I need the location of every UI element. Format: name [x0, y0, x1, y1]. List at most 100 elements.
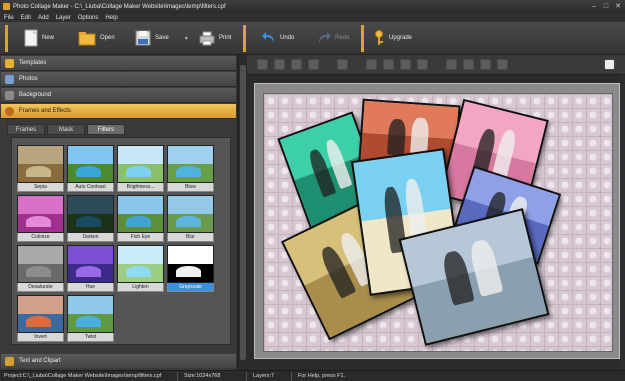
filter-thumb[interactable]: Twist [67, 295, 114, 343]
status-divider [291, 371, 292, 381]
window-title: Photo Collage Maker - C:\_Liuba\Collage … [13, 3, 226, 10]
frames-effects-label: Frames and Effects [19, 108, 71, 114]
filter-label: Hue [67, 283, 114, 292]
filter-thumb[interactable]: Lighten [117, 245, 164, 293]
align-icon[interactable] [337, 59, 348, 70]
accordion-frames-effects[interactable]: Frames and Effects [1, 104, 236, 119]
status-bar: Project:C:\_Liuba\Collage Maker Website\… [0, 370, 625, 381]
menu-add[interactable]: Add [38, 15, 49, 21]
minimize-icon[interactable]: – [589, 2, 599, 11]
redo-button[interactable]: Redo [317, 25, 349, 51]
menu-edit[interactable]: Edit [21, 15, 31, 21]
filter-thumb[interactable]: Darken [67, 195, 114, 243]
filter-thumb[interactable]: Invert [17, 295, 64, 343]
filter-label: Blur [167, 233, 214, 242]
filter-preview-image [67, 245, 114, 283]
text-icon [5, 356, 14, 366]
tab-mask[interactable]: Mask [47, 124, 85, 135]
filter-thumb[interactable]: Blow [167, 145, 214, 193]
filter-label: Grayscale [167, 283, 214, 292]
filter-thumb[interactable]: Brightness... [117, 145, 164, 193]
maximize-icon[interactable]: □ [601, 2, 611, 11]
filter-thumb[interactable]: Sepia [17, 145, 64, 193]
status-project: Project:C:\_Liuba\Collage Maker Website\… [4, 373, 162, 379]
menu-bar: File Edit Add Layer Options Help [0, 13, 625, 22]
delete-icon[interactable] [446, 59, 457, 70]
filter-thumb[interactable]: Hue [67, 245, 114, 293]
bring-front-icon[interactable] [257, 59, 268, 70]
filter-preview-image [67, 295, 114, 333]
filter-preview-image [17, 295, 64, 333]
filter-thumb[interactable]: Desaturate [17, 245, 64, 293]
undo-button[interactable]: Undo [262, 25, 294, 51]
flip-horizontal-icon[interactable] [400, 59, 411, 70]
filter-thumb[interactable]: Fish Eye [117, 195, 164, 243]
crop-icon[interactable] [463, 59, 474, 70]
tab-frames[interactable]: Frames [7, 124, 45, 135]
page-icon[interactable] [604, 59, 615, 70]
filter-thumb[interactable]: Grayscale [167, 245, 214, 293]
save-dropdown-arrow-icon[interactable]: ▾ [185, 35, 188, 42]
toolbar-separator [5, 25, 8, 52]
filter-preview-image [67, 195, 114, 233]
settings-gear-icon[interactable] [480, 59, 491, 70]
bring-forward-icon[interactable] [274, 59, 285, 70]
menu-file[interactable]: File [4, 15, 14, 21]
rotate-right-icon[interactable] [383, 59, 394, 70]
filter-label: Fish Eye [117, 233, 164, 242]
collage-canvas[interactable] [263, 93, 613, 352]
filter-preview-image [117, 195, 164, 233]
filter-label: Lighten [117, 283, 164, 292]
save-icon [135, 30, 151, 46]
status-divider [246, 371, 247, 381]
send-back-icon[interactable] [308, 59, 319, 70]
filter-label: Desaturate [17, 283, 64, 292]
templates-label: Templates [19, 60, 47, 66]
menu-options[interactable]: Options [78, 15, 99, 21]
status-help: For Help, press F1. [298, 373, 346, 379]
tab-filters[interactable]: Filters [87, 124, 125, 135]
status-size: Size:1024x768 [184, 373, 221, 379]
filter-preview-image [167, 145, 214, 183]
filter-preview-image [67, 145, 114, 183]
accordion-photos[interactable]: Photos [1, 72, 236, 87]
print-label: Print [219, 35, 232, 41]
right-scrollbar[interactable] [620, 75, 625, 370]
filter-thumb[interactable]: Blur [167, 195, 214, 243]
filter-thumb[interactable]: Colorize [17, 195, 64, 243]
rotate-left-icon[interactable] [366, 59, 377, 70]
filter-preview-image [17, 245, 64, 283]
close-icon[interactable]: ✕ [613, 2, 623, 11]
filter-label: Invert [17, 333, 64, 342]
redo-arrow-icon [319, 32, 331, 43]
toolbar-separator [243, 25, 246, 52]
lock-icon[interactable] [497, 59, 508, 70]
upgrade-button[interactable]: Upgrade [373, 25, 412, 51]
accordion-templates[interactable]: Templates [1, 56, 236, 71]
menu-layer[interactable]: Layer [56, 15, 71, 21]
background-icon [5, 90, 14, 100]
undo-label: Undo [280, 35, 295, 41]
filter-label: Darken [67, 233, 114, 242]
left-panel-scrollbar[interactable] [237, 55, 247, 370]
accordion-text-clipart[interactable]: Text and Clipart [1, 354, 236, 368]
redo-label: Redo [335, 35, 350, 41]
accordion-background[interactable]: Background [1, 88, 236, 103]
send-backward-icon[interactable] [291, 59, 302, 70]
flip-vertical-icon[interactable] [417, 59, 428, 70]
menu-help[interactable]: Help [105, 15, 117, 21]
filter-thumb[interactable]: Auto Contrast [67, 145, 114, 193]
text-clipart-label: Text and Clipart [19, 358, 61, 364]
open-button[interactable]: Open [78, 25, 115, 51]
print-button[interactable]: Print [199, 25, 231, 51]
filter-label: Brightness... [117, 183, 164, 192]
new-button[interactable]: New [24, 25, 54, 51]
background-label: Background [19, 92, 52, 98]
scrollbar-thumb[interactable] [240, 65, 246, 360]
upgrade-label: Upgrade [389, 35, 413, 41]
open-folder-icon [78, 32, 96, 46]
status-divider [177, 371, 178, 381]
save-button[interactable]: Save ▾ [135, 25, 188, 51]
filter-preview-image [17, 145, 64, 183]
new-document-icon [24, 29, 38, 47]
